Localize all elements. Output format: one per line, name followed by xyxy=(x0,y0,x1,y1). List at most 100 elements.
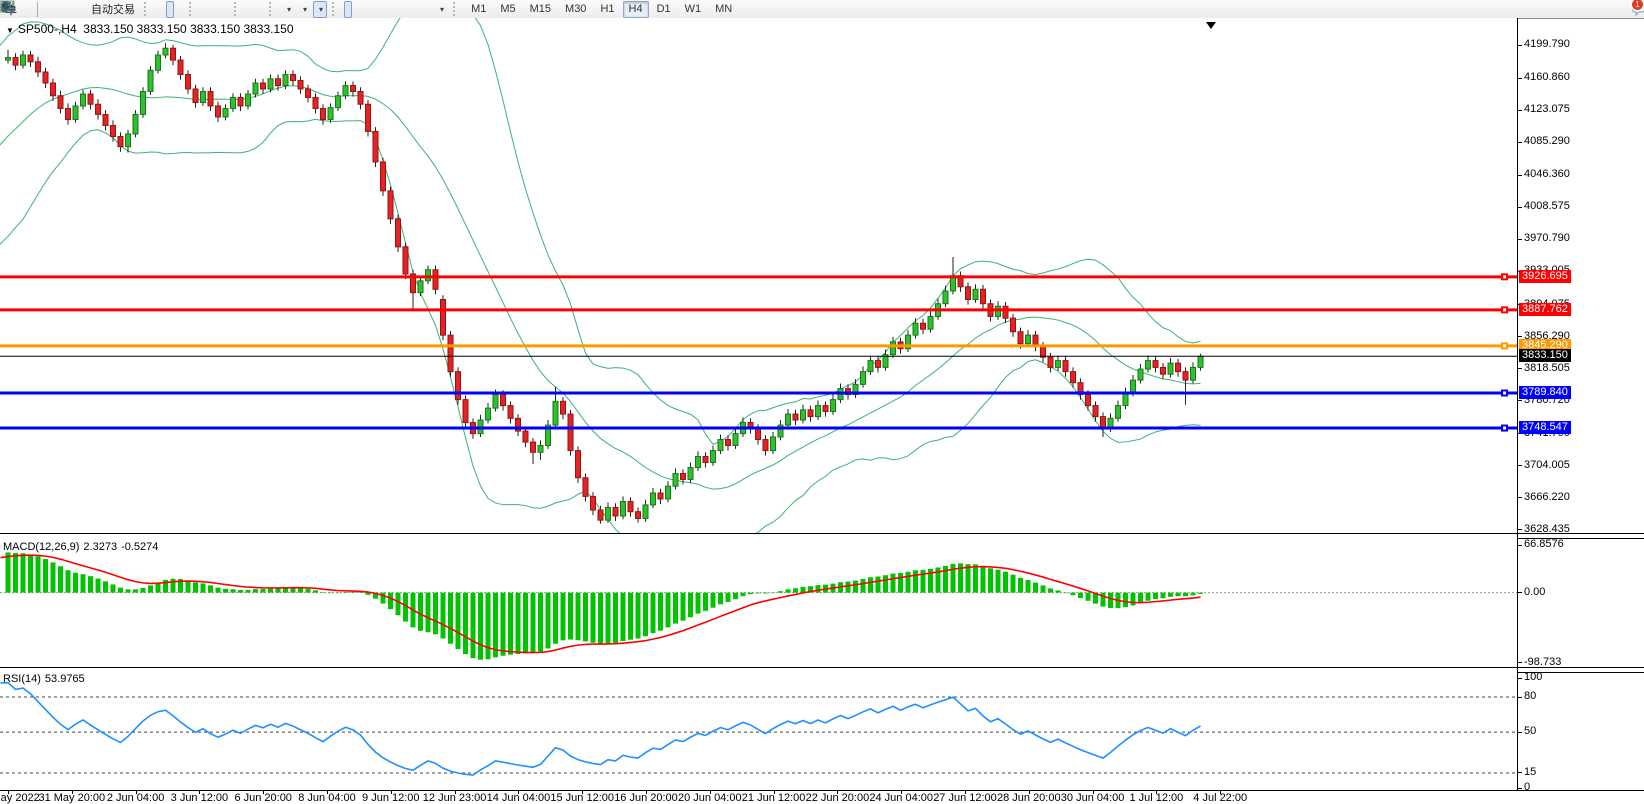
chat-button[interactable]: 1 xyxy=(1631,0,1644,18)
time-tick-label: 1 Jul 12:00 xyxy=(1129,792,1184,804)
time-tick-label: 8 Jun 04:00 xyxy=(298,792,356,804)
price-tick-label: 4046.360 xyxy=(1524,168,1570,181)
periodicity-button[interactable]: ▾ xyxy=(1,0,311,18)
autotrading-button[interactable]: 自动交易 xyxy=(0,1,139,18)
price-tick-label: 4085.290 xyxy=(1524,135,1570,148)
time-tick-label: 12 Jun 23:00 xyxy=(422,792,487,804)
timeframe-M30[interactable]: M30 xyxy=(559,1,592,18)
channel-button[interactable]: E xyxy=(0,1,402,18)
price-level-label: 3748.547 xyxy=(1519,421,1571,435)
crosshair-button[interactable] xyxy=(1,1,362,18)
indicators-button[interactable]: ▾ xyxy=(0,0,328,18)
dropdown-arrow-icon[interactable]: ▾ xyxy=(287,5,291,14)
time-tick-label: 30 May 2022 xyxy=(0,792,40,804)
main-toolbar: 订单自动交易▾▾▾EFAT▾M1M5M15M30H1H4D1W1MN1 xyxy=(0,0,1644,19)
rsi-chart[interactable] xyxy=(0,671,1517,790)
price-tick-label: 4008.575 xyxy=(1524,200,1570,213)
macd-label: MACD(12,26,9) 2.3273 -0.5274 xyxy=(3,541,162,553)
rsi-tick-label: 80 xyxy=(1524,690,1537,702)
dropdown-arrow-icon[interactable]: ▾ xyxy=(440,5,444,14)
macd-tick-label: -98.733 xyxy=(1524,655,1562,668)
search-button[interactable] xyxy=(1,1,1629,18)
autotrading-button-label: 自动交易 xyxy=(91,4,135,16)
time-tick-label: 27 Jun 12:00 xyxy=(933,792,997,804)
history-center-button[interactable] xyxy=(1,1,82,18)
label-button[interactable]: T xyxy=(0,0,432,18)
price-tick-label: 4199.790 xyxy=(1524,38,1570,50)
cursor-button[interactable] xyxy=(3,0,353,18)
toolbar-separator xyxy=(453,2,460,16)
macd-panel[interactable] xyxy=(0,537,1517,667)
toolbar-separator xyxy=(189,2,196,16)
timeframe-label: D1 xyxy=(656,3,671,15)
dropdown-arrow-icon[interactable]: ▾ xyxy=(303,5,307,14)
timeframe-D1[interactable]: D1 xyxy=(651,1,677,18)
toolbar-separator xyxy=(234,2,241,16)
fibonacci-button[interactable]: F xyxy=(1,1,412,18)
candlestick-chart[interactable] xyxy=(0,18,1517,533)
price-tick-label: 3818.505 xyxy=(1524,361,1570,374)
timeframe-M1[interactable]: M1 xyxy=(465,1,492,18)
zoom-in-button[interactable] xyxy=(1,1,209,18)
macd-name: MACD(12,26,9) xyxy=(3,541,80,553)
time-tick-label: 9 Jun 12:00 xyxy=(362,792,420,804)
timeframe-label: H1 xyxy=(600,3,615,15)
vertical-line-button[interactable] xyxy=(3,1,372,18)
timeframe-H4[interactable]: H4 xyxy=(622,0,649,18)
horizontal-line-button[interactable] xyxy=(1,1,382,18)
price-tickmark xyxy=(1518,497,1522,499)
timeframe-M5[interactable]: M5 xyxy=(494,1,521,18)
price-tick-label: 4123.075 xyxy=(1524,103,1570,116)
macd-chart[interactable] xyxy=(0,537,1517,667)
macd-tick-label: 66.8576 xyxy=(1524,538,1564,550)
price-tickmark xyxy=(1518,238,1522,240)
market-watch-button[interactable] xyxy=(1,1,52,18)
rsi-name: RSI(14) xyxy=(3,673,41,685)
line-chart-button[interactable] xyxy=(0,1,184,18)
dropdown-arrow-icon[interactable]: ▾ xyxy=(319,5,323,14)
time-axis[interactable]: 30 May 202231 May 20:002 Jun 04:00 3 Jun … xyxy=(0,790,1644,804)
bar-chart-button[interactable] xyxy=(1,1,164,18)
chart-shift-button[interactable] xyxy=(0,1,264,18)
time-tick-label: 30 Jun 04:00 xyxy=(1060,792,1125,804)
new-chart-button[interactable]: ▾ xyxy=(0,1,295,18)
macd-signal-value: -0.5274 xyxy=(121,541,159,553)
rsi-tick-label: 50 xyxy=(1524,725,1537,738)
rsi-tick-label: 15 xyxy=(1524,765,1537,778)
time-tick-label: 14 Jun 04:00 xyxy=(486,792,551,804)
main-chart-panel[interactable] xyxy=(0,18,1517,533)
price-axis[interactable]: 4199.790 4160.860 4123.075 4085.290 4046.360… xyxy=(1517,18,1644,793)
arrow-tools-button[interactable]: ▾ xyxy=(1,1,448,18)
signal-button[interactable] xyxy=(0,1,72,18)
candlestick-button[interactable] xyxy=(1,0,174,18)
timeframe-MN[interactable]: MN xyxy=(709,1,738,18)
zoom-out-button[interactable] xyxy=(1,1,219,18)
rsi-panel[interactable] xyxy=(0,671,1517,790)
macd-tickmark xyxy=(1518,662,1522,664)
trendline-button[interactable] xyxy=(0,1,392,18)
text-button[interactable]: A xyxy=(2,0,422,18)
price-tickmark xyxy=(1518,206,1522,208)
macd-tickmark xyxy=(1518,544,1522,546)
timeframe-M15[interactable]: M15 xyxy=(524,1,557,18)
macd-tickmark xyxy=(1518,592,1522,594)
timeframe-H1[interactable]: H1 xyxy=(594,1,620,18)
chart-symbol-period: SP500-,H4 xyxy=(17,22,77,36)
time-tick-label: 24 Jun 04:00 xyxy=(869,792,933,804)
timeframe-label: M1 xyxy=(471,3,487,15)
price-tick-label: 4160.860 xyxy=(1524,71,1570,84)
chart-dropdown-icon[interactable]: ▼ xyxy=(6,26,14,35)
data-window-button[interactable] xyxy=(0,1,62,18)
macd-main-value: 2.3273 xyxy=(83,541,118,553)
rsi-tickmark xyxy=(1518,772,1522,774)
price-tickmark xyxy=(1518,109,1522,111)
time-tick-label: 31 May 20:00 xyxy=(38,792,106,804)
auto-scroll-button[interactable] xyxy=(0,1,254,18)
trading-platform-window: 订单自动交易▾▾▾EFAT▾M1M5M15M30H1H4D1W1MN1 ▼SP5… xyxy=(0,0,1644,804)
timeframe-label: M15 xyxy=(529,3,552,15)
price-tickmark xyxy=(1518,400,1522,402)
tile-windows-button[interactable] xyxy=(0,0,229,18)
price-tick-label: 3666.220 xyxy=(1524,490,1570,503)
timeframe-W1[interactable]: W1 xyxy=(679,1,708,18)
price-level-label: 3789.840 xyxy=(1519,385,1571,399)
